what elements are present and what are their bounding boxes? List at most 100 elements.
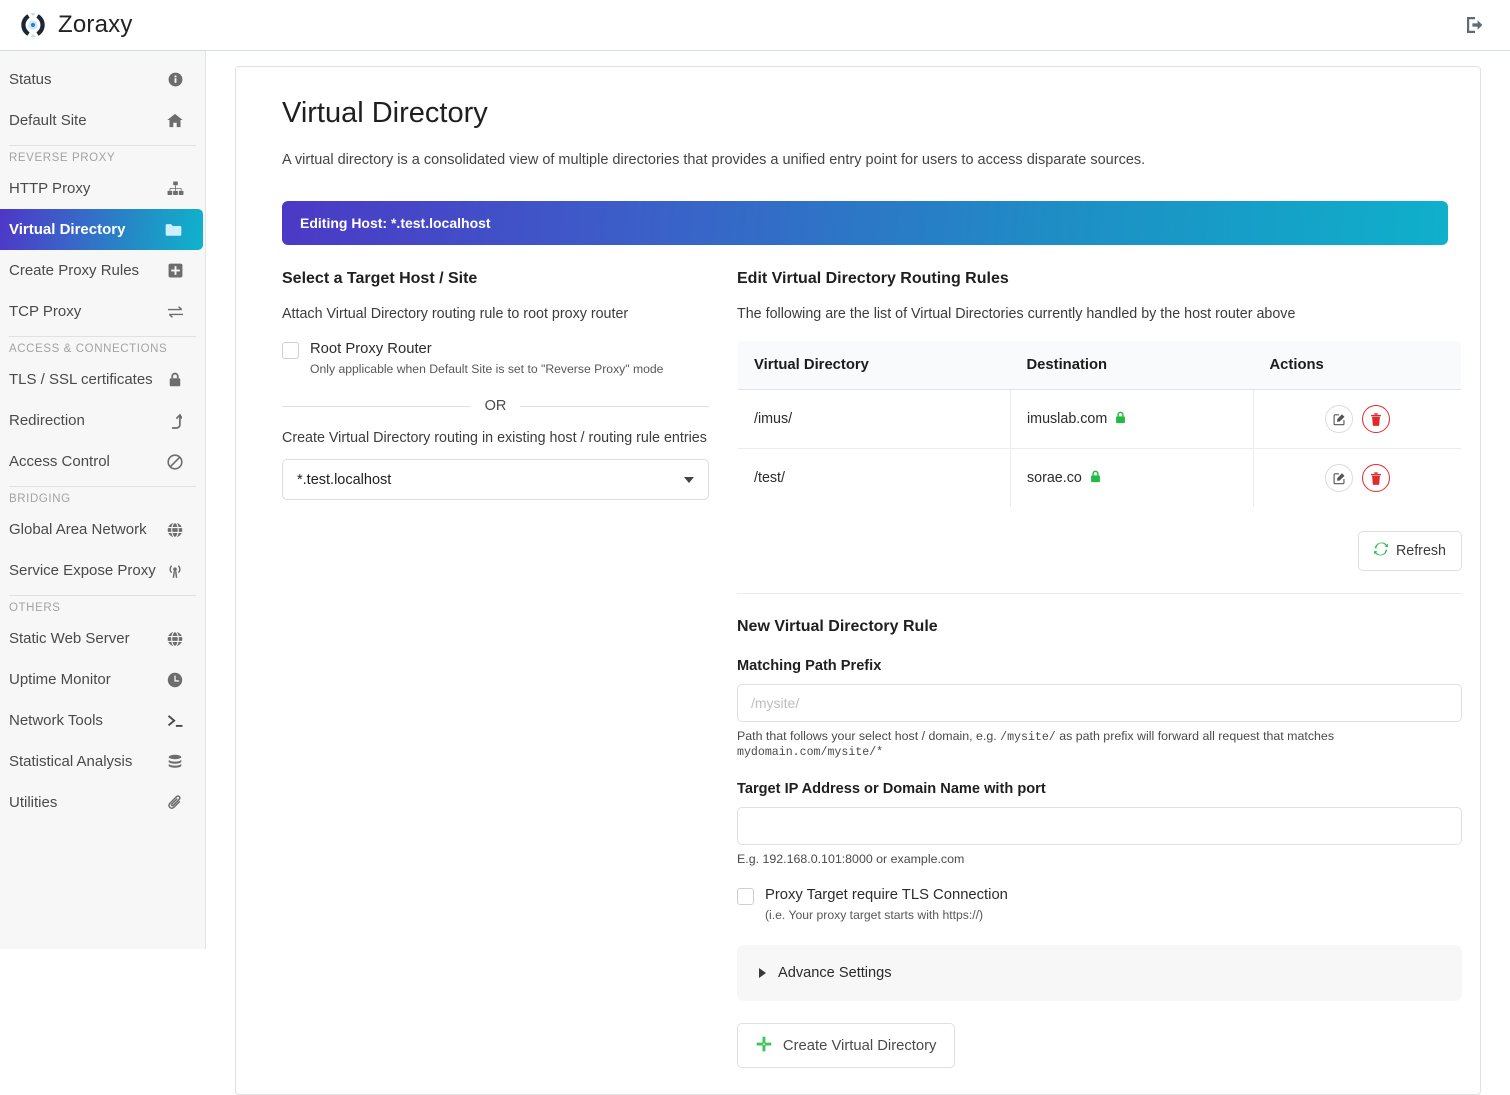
home-icon — [165, 113, 185, 128]
cell-actions — [1254, 390, 1462, 449]
table-header-row: Virtual Directory Destination Actions — [738, 341, 1462, 390]
host-select-value: *.test.localhost — [297, 472, 391, 488]
root-proxy-router-sublabel: Only applicable when Default Site is set… — [310, 362, 663, 376]
sidebar-item-virtual-directory[interactable]: Virtual Directory — [0, 209, 203, 250]
sidebar-item-statistical-analysis[interactable]: Statistical Analysis — [0, 741, 205, 782]
main-content: Virtual Directory A virtual directory is… — [206, 51, 1510, 949]
host-select[interactable]: *.test.localhost — [282, 459, 709, 500]
sidebar-item-utilities[interactable]: Utilities — [0, 782, 205, 823]
lock-icon — [1090, 470, 1101, 486]
sidebar-item-label: Redirection — [9, 412, 85, 429]
sidebar-group-header-access: ACCESS & CONNECTIONS — [0, 337, 205, 359]
ban-icon — [165, 454, 185, 470]
globe-icon — [165, 522, 185, 538]
sidebar-item-tcp-proxy[interactable]: TCP Proxy — [0, 291, 205, 332]
sidebar-item-label: Network Tools — [9, 712, 103, 729]
tls-connection-sublabel: (i.e. Your proxy target starts with http… — [765, 908, 1008, 922]
table-row: /test/ sorae.co — [738, 449, 1462, 508]
sidebar-item-label: Virtual Directory — [9, 221, 125, 238]
sidebar-item-status[interactable]: Status — [0, 59, 205, 100]
hint-code-domain: mydomain.com/mysite/* — [737, 746, 883, 759]
existing-host-description: Create Virtual Directory routing in exis… — [282, 430, 709, 446]
sidebar-item-network-tools[interactable]: Network Tools — [0, 700, 205, 741]
refresh-button[interactable]: Refresh — [1358, 531, 1462, 571]
sidebar-item-access-control[interactable]: Access Control — [0, 441, 205, 482]
editing-host-label: Editing Host: *.test.localhost — [300, 215, 491, 231]
target-host-column: Select a Target Host / Site Attach Virtu… — [282, 270, 737, 1094]
plus-square-icon — [165, 263, 185, 278]
cell-virtual-directory: /test/ — [738, 449, 1011, 508]
sidebar-item-label: Utilities — [9, 794, 57, 811]
sidebar: Status Default Site REVERSE PROXY HTTP P… — [0, 51, 206, 949]
sidebar-item-label: Status — [9, 71, 52, 88]
advance-settings-label: Advance Settings — [778, 965, 892, 981]
page-title: Virtual Directory — [282, 97, 1448, 130]
brand: Zoraxy — [0, 11, 133, 39]
sidebar-group-header-reverse-proxy: REVERSE PROXY — [0, 146, 205, 168]
lock-icon — [1115, 411, 1126, 427]
root-proxy-router-row[interactable]: Root Proxy Router Only applicable when D… — [282, 340, 709, 376]
sidebar-item-static-web-server[interactable]: Static Web Server — [0, 618, 205, 659]
sidebar-item-redirection[interactable]: Redirection — [0, 400, 205, 441]
target-address-label: Target IP Address or Domain Name with po… — [737, 781, 1462, 797]
hint-part-b: as path prefix will forward all request … — [1056, 729, 1334, 743]
broadcast-tower-icon — [165, 563, 185, 579]
content-columns: Select a Target Host / Site Attach Virtu… — [282, 270, 1448, 1094]
hint-code-path: /mysite/ — [1000, 731, 1056, 744]
exchange-icon — [165, 305, 185, 319]
hint-part-a: Path that follows your select host / dom… — [737, 729, 1000, 743]
clock-icon — [165, 672, 185, 688]
sidebar-item-label: Access Control — [9, 453, 110, 470]
table-row: /imus/ imuslab.com — [738, 390, 1462, 449]
page-description: A virtual directory is a consolidated vi… — [282, 152, 1448, 168]
logout-icon[interactable] — [1454, 4, 1496, 46]
edit-pencil-icon[interactable] — [1325, 405, 1353, 433]
root-proxy-router-label: Root Proxy Router — [310, 340, 663, 358]
sidebar-item-global-area-network[interactable]: Global Area Network — [0, 509, 205, 550]
sidebar-item-default-site[interactable]: Default Site — [0, 100, 205, 141]
routing-rules-column: Edit Virtual Directory Routing Rules The… — [737, 270, 1462, 1094]
column-header-destination: Destination — [1011, 341, 1254, 390]
matching-path-prefix-input[interactable] — [737, 684, 1462, 722]
sidebar-item-label: Statistical Analysis — [9, 753, 132, 770]
tls-connection-checkbox[interactable] — [737, 888, 754, 905]
chevron-right-icon — [759, 968, 766, 978]
sidebar-item-label: HTTP Proxy — [9, 180, 90, 197]
trash-icon[interactable] — [1362, 405, 1390, 433]
sidebar-item-uptime-monitor[interactable]: Uptime Monitor — [0, 659, 205, 700]
sidebar-item-service-expose-proxy[interactable]: Service Expose Proxy — [0, 550, 205, 591]
zoraxy-logo-icon — [19, 11, 47, 39]
column-header-virtual-directory: Virtual Directory — [738, 341, 1011, 390]
destination-text: imuslab.com — [1027, 411, 1107, 427]
plus-icon: ✛ — [756, 1036, 772, 1055]
cell-virtual-directory: /imus/ — [738, 390, 1011, 449]
sidebar-item-create-proxy-rules[interactable]: Create Proxy Rules — [0, 250, 205, 291]
trash-icon[interactable] — [1362, 464, 1390, 492]
sidebar-item-tls-ssl-certificates[interactable]: TLS / SSL certificates — [0, 359, 205, 400]
sidebar-item-http-proxy[interactable]: HTTP Proxy — [0, 168, 205, 209]
cell-actions — [1254, 449, 1462, 508]
target-host-title: Select a Target Host / Site — [282, 270, 709, 288]
target-address-input[interactable] — [737, 807, 1462, 845]
top-bar: Zoraxy — [0, 0, 1510, 51]
root-proxy-router-checkbox[interactable] — [282, 342, 299, 359]
routing-rules-title: Edit Virtual Directory Routing Rules — [737, 270, 1462, 288]
refresh-label: Refresh — [1396, 543, 1446, 559]
refresh-row: Refresh — [737, 531, 1462, 571]
sidebar-group-reverse-proxy: HTTP Proxy Virtual Directory Create Prox… — [0, 168, 205, 332]
create-row: ✛ Create Virtual Directory — [737, 1023, 1462, 1094]
create-virtual-directory-button[interactable]: ✛ Create Virtual Directory — [737, 1023, 955, 1068]
sidebar-group-access: TLS / SSL certificates Redirection Acces… — [0, 359, 205, 482]
edit-pencil-icon[interactable] — [1325, 464, 1353, 492]
sidebar-group-header-others: OTHERS — [0, 596, 205, 618]
or-text: OR — [485, 398, 507, 414]
tls-connection-row[interactable]: Proxy Target require TLS Connection (i.e… — [737, 886, 1462, 922]
virtual-directory-table: Virtual Directory Destination Actions /i… — [737, 340, 1462, 508]
advance-settings-accordion[interactable]: Advance Settings — [737, 945, 1462, 1001]
routing-rules-description: The following are the list of Virtual Di… — [737, 306, 1462, 322]
sidebar-item-label: Create Proxy Rules — [9, 262, 139, 279]
sidebar-group-header-bridging: BRIDGING — [0, 487, 205, 509]
column-header-actions: Actions — [1254, 341, 1462, 390]
target-address-hint: E.g. 192.168.0.101:8000 or example.com — [737, 852, 1462, 866]
matching-path-prefix-label: Matching Path Prefix — [737, 658, 1462, 674]
